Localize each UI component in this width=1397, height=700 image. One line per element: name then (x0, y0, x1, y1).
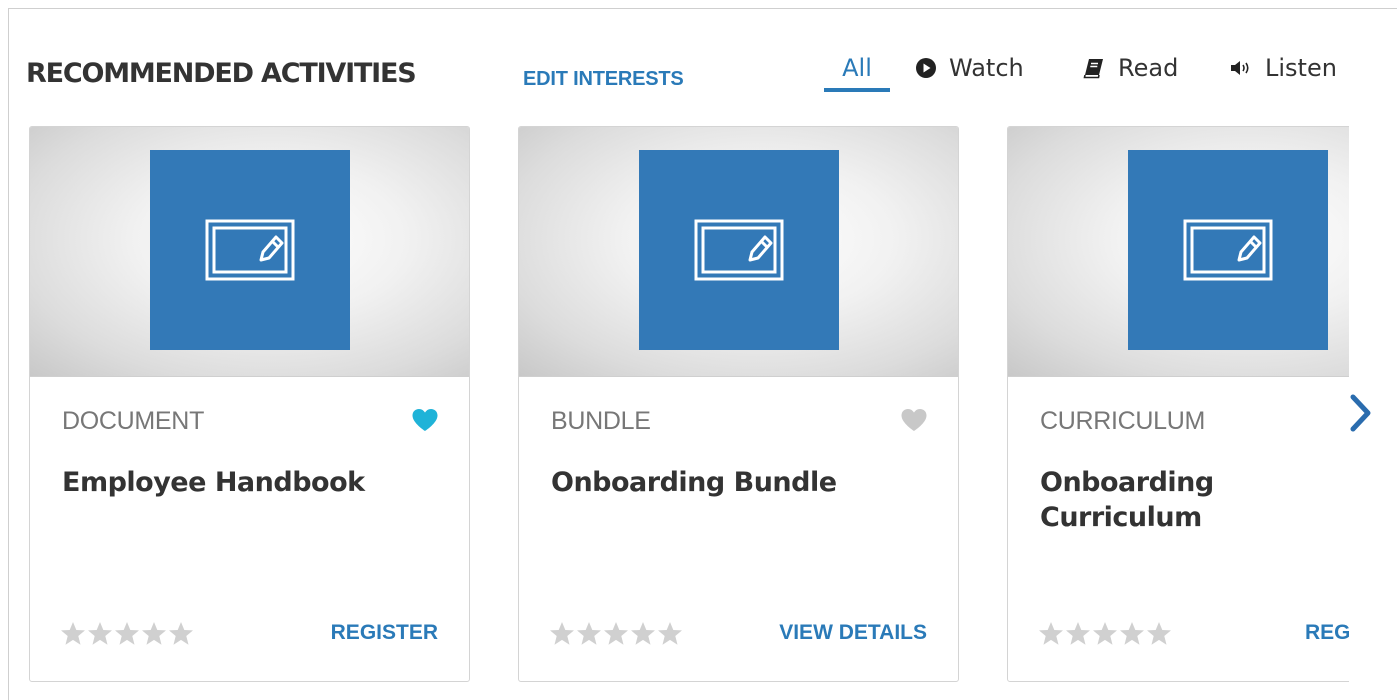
play-circle-icon (916, 58, 936, 78)
card-thumbnail[interactable] (30, 127, 469, 377)
filter-tab-read[interactable]: Read (1082, 48, 1178, 88)
star-icon (88, 622, 112, 645)
card-thumbnail[interactable] (519, 127, 958, 377)
activity-type: BUNDLE (551, 407, 651, 435)
view-details-button[interactable]: VIEW DETAILS (779, 621, 927, 645)
star-icon (1039, 622, 1063, 645)
filter-tab-label: Read (1118, 54, 1179, 82)
activity-card[interactable]: CURRICULUM Onboarding Curriculum REGISTE… (1007, 126, 1349, 682)
star-icon (631, 622, 655, 645)
star-icon (142, 622, 166, 645)
activity-carousel: DOCUMENT Employee Handbook REGISTER BUND… (29, 126, 1349, 686)
card-thumbnail[interactable] (1008, 127, 1349, 377)
activity-title[interactable]: Employee Handbook (62, 465, 442, 500)
speaker-icon (1231, 61, 1249, 75)
edit-interests-link[interactable]: EDIT INTERESTS (523, 68, 684, 91)
star-rating (60, 621, 195, 646)
filter-tab-label: All (842, 54, 872, 82)
star-icon (1147, 622, 1171, 645)
star-icon (1120, 622, 1144, 645)
star-rating (549, 621, 684, 646)
register-button[interactable]: REGISTER (1305, 621, 1349, 645)
star-icon (550, 622, 574, 645)
active-tab-underline (824, 88, 890, 92)
thumbnail-tile (150, 150, 350, 350)
star-icon (577, 622, 601, 645)
star-icon (169, 622, 193, 645)
filter-tab-watch[interactable]: Watch (915, 48, 1024, 88)
register-button[interactable]: REGISTER (331, 621, 438, 645)
star-icon (1093, 622, 1117, 645)
activity-type: DOCUMENT (62, 407, 205, 435)
filter-tab-all[interactable]: All (824, 48, 890, 92)
star-rating (1038, 621, 1173, 646)
favorite-heart-icon[interactable] (411, 408, 439, 432)
filter-tab-listen[interactable]: Listen (1229, 48, 1337, 88)
star-icon (1066, 622, 1090, 645)
filter-tab-label: Watch (949, 54, 1024, 82)
favorite-heart-icon[interactable] (900, 408, 928, 432)
edit-form-icon (205, 219, 295, 281)
book-icon (1083, 59, 1103, 79)
activity-card[interactable]: DOCUMENT Employee Handbook REGISTER (29, 126, 470, 682)
activity-card[interactable]: BUNDLE Onboarding Bundle VIEW DETAILS (518, 126, 959, 682)
activity-title[interactable]: Onboarding Bundle (551, 465, 931, 500)
section-title: RECOMMENDED ACTIVITIES (26, 58, 417, 89)
star-icon (115, 622, 139, 645)
edit-form-icon (694, 219, 784, 281)
star-icon (658, 622, 682, 645)
star-icon (61, 622, 85, 645)
star-icon (604, 622, 628, 645)
activity-title[interactable]: Onboarding Curriculum (1040, 465, 1260, 535)
carousel-next-chevron-icon[interactable] (1349, 394, 1373, 432)
thumbnail-tile (639, 150, 839, 350)
thumbnail-tile (1128, 150, 1328, 350)
edit-form-icon (1183, 219, 1273, 281)
filter-tab-label: Listen (1265, 54, 1337, 82)
activity-type: CURRICULUM (1040, 407, 1206, 435)
